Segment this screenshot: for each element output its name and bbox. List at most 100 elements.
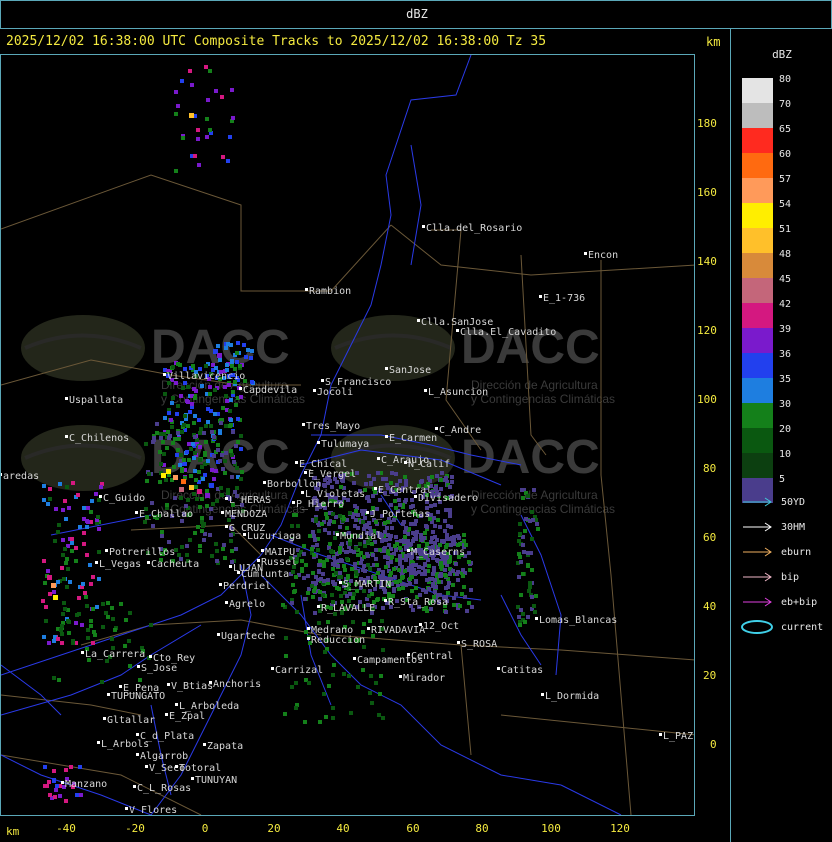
radar-echo-cell: [342, 564, 346, 568]
town-label: Catitas: [501, 665, 543, 676]
radar-echo-cell: [518, 532, 522, 536]
radar-echo-cell: [530, 568, 534, 572]
radar-echo-cell: [433, 590, 437, 594]
radar-echo-cell: [411, 504, 415, 508]
radar-echo-cell: [224, 346, 228, 350]
radar-echo-cell: [221, 155, 225, 159]
radar-echo-cell: [367, 521, 371, 525]
radar-echo-cell: [188, 69, 192, 73]
town-marker: [271, 667, 274, 670]
radar-echo-cell: [198, 549, 202, 553]
radar-echo-cell: [235, 360, 239, 364]
radar-map-canvas[interactable]: DACCDirección de Agriculturay Contingenc…: [1, 55, 695, 816]
dbz-swatch: [742, 403, 773, 428]
town-label: Tres_Mayo: [306, 421, 360, 432]
radar-echo-cell: [236, 417, 240, 421]
radar-echo-cell: [110, 606, 114, 610]
radar-echo-cell: [208, 385, 212, 389]
radar-echo-cell: [404, 479, 408, 483]
radar-echo-cell: [370, 542, 374, 546]
y-tick-label: 80: [703, 462, 717, 475]
radar-echo-cell: [517, 575, 521, 579]
radar-echo-cell: [313, 611, 317, 615]
radar-echo-cell: [452, 539, 456, 543]
radar-echo-cell: [43, 784, 47, 788]
radar-echo-cell: [370, 592, 374, 596]
radar-echo-cell: [63, 607, 67, 611]
radar-echo-cell: [194, 389, 198, 393]
radar-echo-cell: [230, 360, 234, 364]
town-label: L_Dormida: [545, 691, 599, 702]
radar-echo-cell: [393, 499, 397, 503]
radar-echo-cell: [333, 536, 337, 540]
radar-echo-cell: [225, 399, 229, 403]
radar-echo-cell: [171, 396, 175, 400]
town-marker: [239, 387, 242, 390]
radar-echo-cell: [53, 795, 57, 799]
y-tick-label: 180: [697, 117, 717, 130]
radar-echo-cell: [91, 575, 95, 579]
radar-echo-cell: [42, 484, 46, 488]
radar-echo-cell: [349, 711, 353, 715]
radar-echo-cell: [206, 98, 210, 102]
radar-echo-cell: [327, 522, 331, 526]
radar-echo-cell: [347, 674, 351, 678]
radar-echo-cell: [147, 472, 151, 476]
radar-echo-cell: [444, 574, 448, 578]
radar-echo-cell: [101, 602, 105, 606]
radar-echo-cell: [518, 623, 522, 627]
radar-echo-cell: [462, 585, 466, 589]
radar-echo-cell: [226, 488, 230, 492]
radar-echo-cell: [456, 570, 460, 574]
radar-echo-cell: [176, 448, 180, 452]
dbz-label: 80: [779, 74, 792, 85]
radar-echo-cell: [518, 522, 522, 526]
radar-echo-cell: [203, 473, 207, 477]
radar-echo-cell: [444, 610, 448, 614]
radar-echo-cell: [228, 409, 232, 413]
town-marker: [257, 559, 260, 562]
radar-echo-cell: [436, 510, 440, 514]
radar-echo-cell: [351, 596, 355, 600]
town-label: Rambion: [309, 286, 351, 297]
radar-echo-cell: [193, 154, 197, 158]
town-label: Luzuriaga: [247, 531, 301, 542]
radar-echo-cell: [97, 498, 101, 502]
town-marker: [163, 373, 166, 376]
radar-map[interactable]: DACCDirección de Agriculturay Contingenc…: [0, 54, 695, 816]
radar-echo-cell: [361, 668, 365, 672]
radar-echo-cell: [294, 681, 298, 685]
radar-echo-cell: [522, 550, 526, 554]
town-marker: [225, 601, 228, 604]
town-marker: [217, 633, 220, 636]
radar-echo-cell: [200, 529, 204, 533]
radar-echo-cell: [46, 502, 50, 506]
town-label: Jocoli: [317, 387, 353, 398]
radar-echo-cell: [43, 581, 47, 585]
town-marker: [457, 641, 460, 644]
radar-echo-cell: [193, 414, 197, 418]
radar-echo-cell: [438, 525, 442, 529]
radar-echo-cell: [101, 625, 105, 629]
high-dbz-cell: [189, 485, 194, 490]
radar-echo-cell: [381, 573, 385, 577]
radar-echo-cell: [339, 594, 343, 598]
town-label: Manzano: [65, 779, 107, 790]
radar-echo-cell: [331, 567, 335, 571]
radar-echo-cell: [97, 527, 101, 531]
radar-echo-cell: [405, 554, 409, 558]
x-tick-label: 20: [267, 822, 281, 835]
high-dbz-cell: [161, 473, 166, 478]
radar-echo-cell: [448, 485, 452, 489]
radar-echo-cell: [235, 351, 239, 355]
radar-echo-cell: [291, 570, 295, 574]
radar-echo-cell: [284, 636, 288, 640]
radar-echo-cell: [366, 563, 370, 567]
radar-echo-cell: [61, 612, 65, 616]
radar-echo-cell: [48, 497, 52, 501]
radar-echo-cell: [377, 713, 381, 717]
radar-echo-cell: [317, 563, 321, 567]
radar-echo-cell: [123, 644, 127, 648]
radar-echo-cell: [398, 546, 402, 550]
radar-echo-cell: [439, 565, 443, 569]
